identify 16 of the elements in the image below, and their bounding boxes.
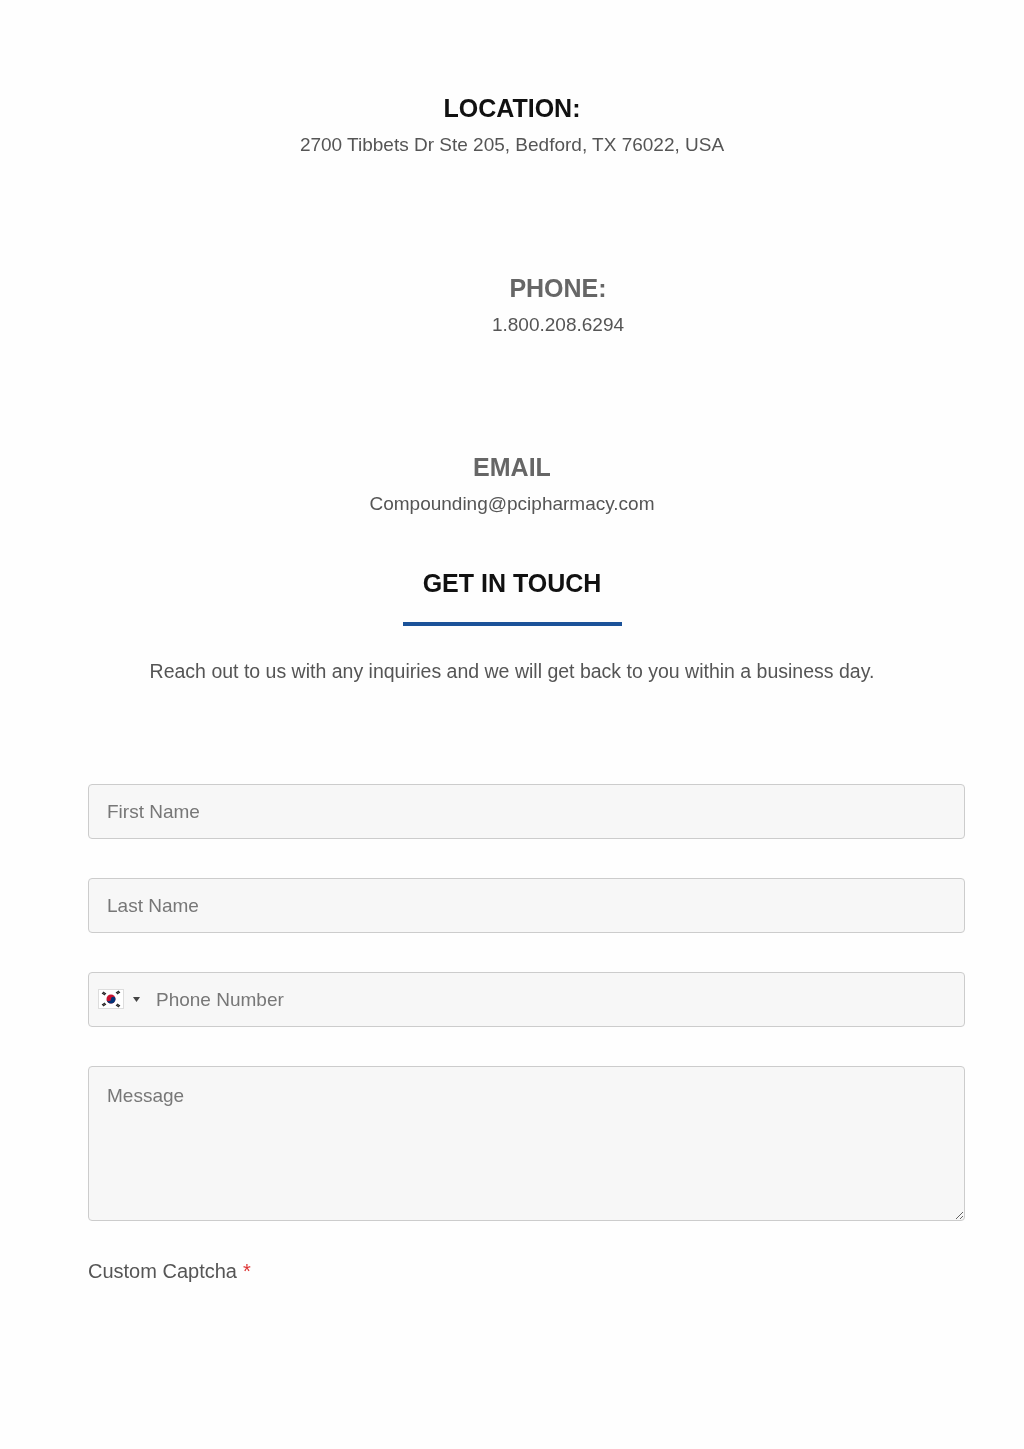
text-field[interactable]: First Name: [88, 784, 965, 839]
contact-heading: LOCATION:: [443, 93, 581, 123]
captcha-label: Custom Captcha: [88, 1260, 237, 1282]
required-mark: *: [242, 1260, 251, 1282]
message-field[interactable]: Message: [88, 1066, 965, 1221]
contact-value: 1.800.208.6294: [491, 313, 625, 337]
flag-icon[interactable]: [98, 989, 124, 1009]
phone-field[interactable]: Phone Number: [88, 972, 965, 1027]
section-title: GET IN TOUCH: [422, 568, 602, 598]
contact-heading: EMAIL: [473, 452, 551, 482]
contact-value: Compounding@pcipharmacy.com: [369, 492, 655, 516]
intro-text: Reach out to us with any inquiries and we will get back to you within a business day.: [149, 659, 875, 684]
contact-value: 2700 Tibbets Dr Ste 205, Bedford, TX 76022, USA: [299, 133, 725, 157]
caret-icon[interactable]: [133, 997, 140, 1002]
text-field[interactable]: Last Name: [88, 878, 965, 933]
contact-heading: PHONE:: [509, 273, 607, 303]
